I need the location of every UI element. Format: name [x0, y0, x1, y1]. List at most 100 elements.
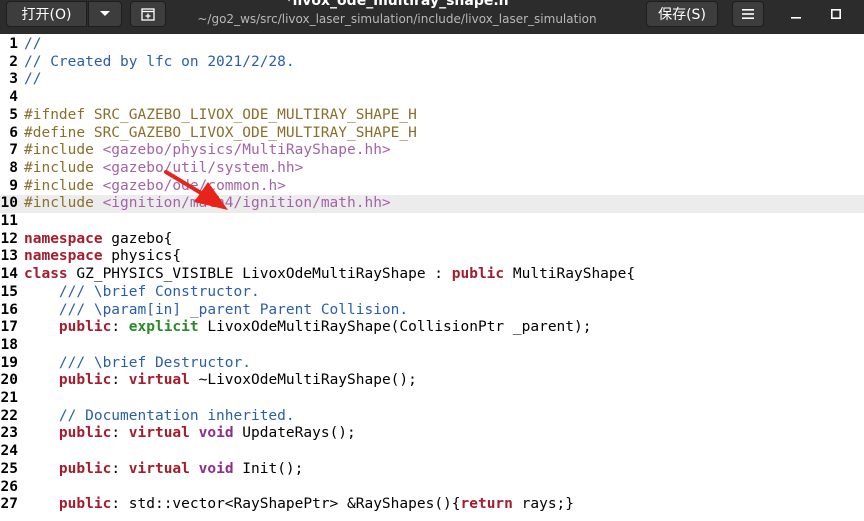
code-line[interactable]: 27 public: std::vector<RayShapePtr> &Ray…	[0, 496, 864, 514]
menu-button[interactable]	[732, 1, 764, 27]
code-text: class GZ_PHYSICS_VISIBLE LivoxOdeMultiRa…	[24, 266, 635, 284]
code-line[interactable]: 7 #include <gazebo/physics/MultiRayShape.…	[0, 142, 864, 160]
line-number: 21	[0, 390, 18, 406]
code-line[interactable]: 17 public: explicit LivoxOdeMultiRayShap…	[0, 319, 864, 337]
code-text: //	[24, 71, 41, 89]
line-number: 13	[0, 248, 18, 265]
save-button[interactable]: 保存(S)	[646, 1, 718, 27]
code-text: /// \brief Constructor.	[24, 284, 260, 302]
code-token: Init();	[233, 460, 304, 477]
code-text: public: virtual void Init();	[24, 461, 303, 479]
code-text: public: std::vector<RayShapePtr> &RaySha…	[24, 496, 574, 514]
maximize-button[interactable]	[822, 0, 850, 28]
code-text: /// \param[in] _parent Parent Collision.	[24, 302, 408, 320]
line-number: 14	[0, 266, 18, 283]
code-line[interactable]: 12 namespace gazebo{	[0, 231, 864, 249]
code-token: #include	[24, 159, 103, 176]
code-line[interactable]: 4	[0, 89, 864, 107]
code-token: //	[24, 36, 42, 52]
code-line[interactable]: 25 public: virtual void Init();	[0, 461, 864, 479]
open-button-label: 打开(O)	[21, 7, 72, 23]
code-text: public: virtual ~LivoxOdeMultiRayShape()…	[24, 372, 417, 390]
code-token: public	[451, 266, 505, 283]
code-token: public	[58, 460, 112, 477]
code-token: virtual	[128, 372, 190, 389]
code-line[interactable]: 11	[0, 213, 864, 231]
line-number: 15	[0, 283, 18, 300]
code-line[interactable]: 1 //	[0, 36, 864, 54]
new-tab-button[interactable]	[130, 1, 166, 27]
code-line[interactable]: 14 class GZ_PHYSICS_VISIBLE LivoxOdeMulti…	[0, 266, 864, 284]
line-number: 25	[0, 460, 18, 477]
code-line[interactable]: 20 public: virtual ~LivoxOdeMultiRayShap…	[0, 372, 864, 390]
code-text: #include <gazebo/physics/MultiRayShape.h…	[24, 142, 391, 160]
code-text: namespace physics{	[24, 248, 181, 266]
line-number: 1	[9, 36, 18, 52]
code-token: physics{	[102, 248, 182, 265]
maximize-icon	[831, 9, 841, 19]
red-arrow-icon	[164, 170, 228, 210]
code-line[interactable]: 23 public: virtual void UpdateRays();	[0, 425, 864, 443]
code-token: :	[111, 460, 129, 477]
line-number: 10	[0, 195, 18, 212]
code-line[interactable]: 8 #include <gazebo/util/system.hh>	[0, 160, 864, 178]
code-token: #ifndef SRC_GAZEBO_LIVOX_ODE_MULTIRAY_SH…	[24, 106, 417, 123]
code-line[interactable]: 16 /// \param[in] _parent Parent Collisi…	[0, 302, 864, 320]
line-number: 18	[0, 336, 18, 353]
chevron-down-icon	[100, 11, 110, 16]
line-number: 16	[0, 301, 18, 318]
code-token: public	[58, 425, 112, 442]
code-text: /// \brief Destructor.	[24, 355, 251, 373]
code-text: public: virtual void UpdateRays();	[24, 425, 356, 443]
line-number: 6	[9, 124, 18, 141]
code-text: #include <gazebo/ode/common.h>	[24, 178, 286, 196]
line-number: 24	[0, 443, 18, 460]
line-number: 5	[9, 106, 18, 123]
code-line[interactable]: 9 #include <gazebo/ode/common.h>	[0, 178, 864, 196]
code-token: /// \brief Destructor.	[58, 354, 251, 371]
text-editor[interactable]: 1 // 2 // Created by lfc on 2021/2/28. 3 // 4 5…	[0, 34, 864, 521]
code-token: namespace	[24, 230, 103, 247]
code-line[interactable]: 3 //	[0, 71, 864, 89]
code-line[interactable]: 18	[0, 337, 864, 355]
line-number: 8	[9, 159, 18, 176]
line-number: 4	[9, 89, 18, 106]
open-menu-button[interactable]	[88, 1, 122, 27]
line-number: 9	[9, 177, 18, 194]
code-token: void	[198, 425, 234, 442]
open-button[interactable]: 打开(O)	[6, 1, 87, 27]
code-line[interactable]: 6 #define SRC_GAZEBO_LIVOX_ODE_MULTIRAY_S…	[0, 125, 864, 143]
code-text: public: explicit LivoxOdeMultiRayShape(C…	[24, 319, 592, 337]
minimize-button[interactable]	[782, 0, 810, 28]
code-token: public	[58, 496, 112, 513]
code-line[interactable]: 2 // Created by lfc on 2021/2/28.	[0, 54, 864, 72]
code-token: /// \param[in] _parent Parent Collision.	[58, 301, 409, 318]
code-line[interactable]: 5 #ifndef SRC_GAZEBO_LIVOX_ODE_MULTIRAY_S…	[0, 107, 864, 125]
hamburger-menu-icon	[742, 9, 754, 19]
code-token: :	[111, 372, 129, 389]
code-line[interactable]: 13 namespace physics{	[0, 248, 864, 266]
code-token: // Created by lfc on 2021/2/28.	[24, 53, 295, 70]
code-line[interactable]: 26	[0, 479, 864, 497]
code-token: gazebo{	[102, 230, 173, 247]
code-line[interactable]: 21	[0, 390, 864, 408]
code-token: ~LivoxOdeMultiRayShape();	[189, 372, 417, 389]
code-token: #include	[24, 142, 103, 159]
code-line[interactable]: 24	[0, 443, 864, 461]
code-token: // Documentation inherited.	[58, 407, 295, 424]
line-number: 2	[9, 53, 18, 70]
new-tab-icon	[141, 8, 155, 21]
code-line[interactable]: 19 /// \brief Destructor.	[0, 355, 864, 373]
code-text: // Created by lfc on 2021/2/28.	[24, 54, 295, 72]
save-button-label: 保存(S)	[658, 7, 706, 23]
code-line[interactable]: 15 /// \brief Constructor.	[0, 284, 864, 302]
code-line[interactable]: 22 // Documentation inherited.	[0, 408, 864, 426]
code-line[interactable]: 10 #include <ignition/math4/ignition/math…	[0, 195, 864, 213]
